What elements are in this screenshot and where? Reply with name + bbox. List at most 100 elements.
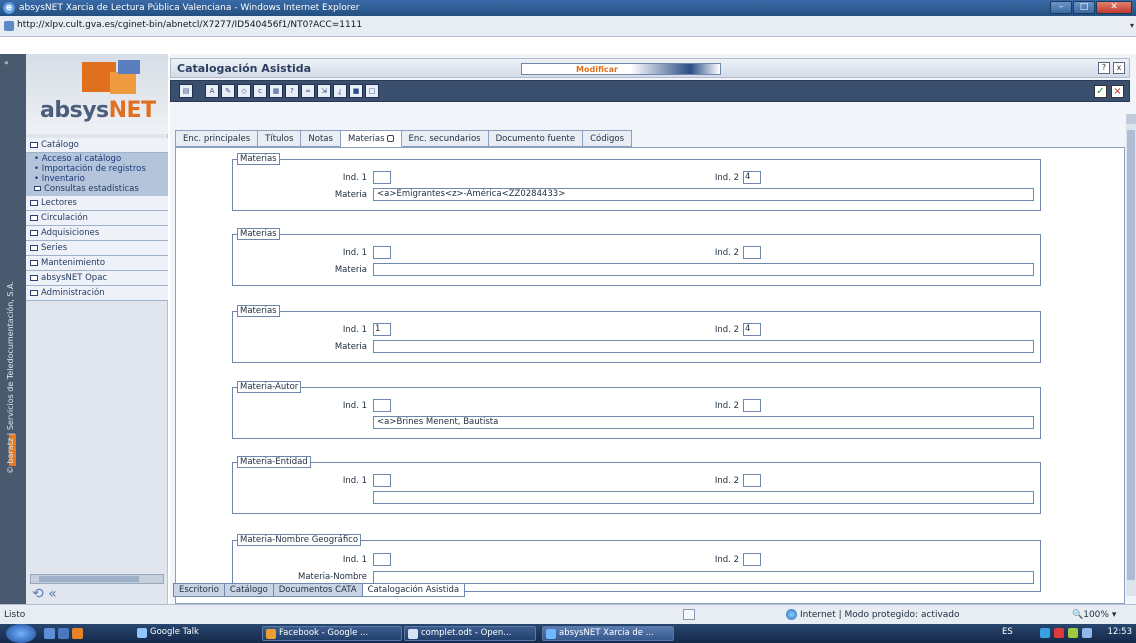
group-legend: Materia-Autor <box>237 381 302 393</box>
task-absysnet[interactable]: absysNET Xarcia de ... <box>542 626 674 641</box>
tab-materias[interactable]: Materias <box>340 130 402 147</box>
ind2-input[interactable] <box>743 246 761 259</box>
materia-input[interactable] <box>373 263 1034 276</box>
find-icon[interactable]: A <box>205 84 219 98</box>
url-field[interactable]: http://xlpv.cult.gva.es/cginet-bin/abnet… <box>17 20 362 30</box>
task-google-talk[interactable]: Google Talk <box>134 626 254 641</box>
bottom-tab-escritorio[interactable]: Escritorio <box>173 583 225 597</box>
tab-titulos[interactable]: Títulos <box>258 130 302 147</box>
zoom-level[interactable]: 🔍100% ▾ <box>1072 610 1116 620</box>
back-double-chevron-icon[interactable]: « <box>48 586 57 602</box>
ind2-input[interactable]: 4 <box>743 171 761 184</box>
window-close-button[interactable]: ✕ <box>1096 1 1132 14</box>
left-strip: « © baratz | Servicios de Teledocumentac… <box>0 54 26 604</box>
folder-icon <box>30 215 38 221</box>
maximize-button[interactable]: □ <box>1073 1 1095 14</box>
network-icon[interactable] <box>1040 628 1050 638</box>
popup-blocker-icon[interactable] <box>683 609 695 620</box>
catalog-submenu: • Acceso al catálogo • Importación de re… <box>26 153 168 196</box>
sidebar: absysNET Catálogo • Acceso al catálogo •… <box>26 54 168 604</box>
ind1-input[interactable] <box>373 474 391 487</box>
ind1-label: Ind. 1 <box>342 325 367 335</box>
sidebar-item-catalogo[interactable]: Catálogo <box>26 138 168 153</box>
start-button[interactable] <box>6 624 36 643</box>
bottom-tab-documentos-cata[interactable]: Documentos CATA <box>273 583 363 597</box>
ind2-input[interactable] <box>743 399 761 412</box>
autor-input[interactable]: <a>Brines Menent, Bautista <box>373 416 1034 429</box>
volume-icon[interactable] <box>1082 628 1092 638</box>
cdu-icon[interactable]: c <box>253 84 267 98</box>
submenu-item-inventario[interactable]: • Inventario <box>26 174 168 184</box>
tab-documento-fuente[interactable]: Documento fuente <box>488 130 584 147</box>
sidebar-item-administracion[interactable]: Administración <box>26 286 168 301</box>
ind1-input[interactable] <box>373 171 391 184</box>
sidebar-item-lectores[interactable]: Lectores <box>26 196 168 211</box>
sidebar-item-opac[interactable]: absysNET Opac <box>26 271 168 286</box>
sidebar-item-series[interactable]: Series <box>26 241 168 256</box>
ind1-input[interactable] <box>373 246 391 259</box>
ind2-input[interactable] <box>743 553 761 566</box>
folder-icon <box>34 186 41 191</box>
help-toolbar-icon[interactable]: ¿ <box>333 84 347 98</box>
tab-enc-secundarios[interactable]: Enc. secundarios <box>401 130 489 147</box>
sidebar-scrollbar[interactable] <box>30 574 164 584</box>
sidebar-item-adquisiciones[interactable]: Adquisiciones <box>26 226 168 241</box>
scroll-up-icon[interactable] <box>1126 114 1136 124</box>
security-icon[interactable] <box>1054 628 1064 638</box>
media-icon[interactable] <box>72 628 83 639</box>
main-scrollbar[interactable] <box>1126 114 1136 596</box>
bottom-tab-catalogacion-asistida[interactable]: Catalogación Asistida <box>362 583 466 597</box>
address-dropdown-icon[interactable]: ▾ <box>1130 21 1134 30</box>
group-legend: Materia-Entidad <box>237 456 311 468</box>
tag-icon[interactable]: ◇ <box>237 84 251 98</box>
save-icon[interactable]: ■ <box>349 84 363 98</box>
ind2-input[interactable] <box>743 474 761 487</box>
page-icon <box>4 21 14 31</box>
tab-enc-principales[interactable]: Enc. principales <box>175 130 259 147</box>
accept-button[interactable]: ✓ <box>1094 85 1107 98</box>
tab-notas[interactable]: Notas <box>301 130 341 147</box>
query-icon[interactable]: ? <box>285 84 299 98</box>
field-group-materia-autor: Materia-Autor Ind. 1 Ind. 2 <a>Brines Me… <box>232 381 1041 439</box>
ind1-input[interactable] <box>373 399 391 412</box>
bottom-tab-catalogo[interactable]: Catálogo <box>224 583 274 597</box>
ind1-input[interactable]: 1 <box>373 323 391 336</box>
language-indicator[interactable]: ES <box>1002 627 1013 637</box>
folder-icon <box>30 260 38 266</box>
cancel-button[interactable]: × <box>1111 85 1124 98</box>
task-openoffice[interactable]: complet.odt - Open... <box>404 626 536 641</box>
save-as-icon[interactable]: □ <box>365 84 379 98</box>
export-icon[interactable]: ⇲ <box>317 84 331 98</box>
submenu-item-importacion[interactable]: • Importación de registros <box>26 164 168 174</box>
refresh-icon[interactable]: ⟲ <box>32 586 44 602</box>
ind1-input[interactable] <box>373 553 391 566</box>
materia-input[interactable]: <a>Emigrantes<z>-América<ZZ0284433> <box>373 188 1034 201</box>
security-zone: Internet | Modo protegido: activado <box>800 610 960 620</box>
copy-icon[interactable]: ▦ <box>269 84 283 98</box>
nombre-geografico-input[interactable] <box>373 571 1034 584</box>
close-panel-button[interactable]: x <box>1113 62 1125 74</box>
task-facebook[interactable]: Facebook - Google ... <box>262 626 402 641</box>
show-desktop-icon[interactable] <box>44 628 55 639</box>
scroll-thumb[interactable] <box>1127 130 1135 580</box>
ie-icon <box>546 629 556 639</box>
collapse-sidebar-icon[interactable]: « <box>4 58 9 67</box>
minimize-button[interactable]: – <box>1050 1 1072 14</box>
submenu-item-acceso[interactable]: • Acceso al catálogo <box>26 154 168 164</box>
ind2-input[interactable]: 4 <box>743 323 761 336</box>
battery-icon[interactable] <box>1068 628 1078 638</box>
tab-codigos[interactable]: Códigos <box>583 130 632 147</box>
materia-input[interactable] <box>373 340 1034 353</box>
entidad-input[interactable] <box>373 491 1034 504</box>
document-icon[interactable]: ▤ <box>179 84 193 98</box>
tab-bar: Enc. principales Títulos Notas Materias … <box>175 130 632 148</box>
ind2-label: Ind. 2 <box>714 325 739 335</box>
help-button[interactable]: ? <box>1098 62 1110 74</box>
sidebar-item-circulacion[interactable]: Circulación <box>26 211 168 226</box>
link-icon[interactable]: ∞ <box>301 84 315 98</box>
sidebar-item-mantenimiento[interactable]: Mantenimiento <box>26 256 168 271</box>
folder-icon <box>30 200 38 206</box>
edit-icon[interactable]: ✎ <box>221 84 235 98</box>
explorer-icon[interactable] <box>58 628 69 639</box>
submenu-item-consultas[interactable]: Consultas estadísticas <box>26 184 168 194</box>
